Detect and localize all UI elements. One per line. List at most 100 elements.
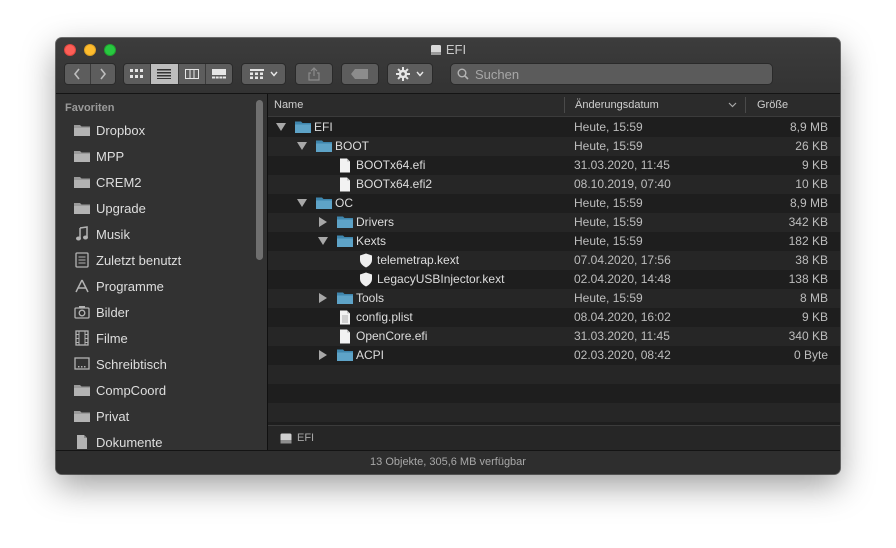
column-name[interactable]: Name xyxy=(274,94,303,116)
file-name: ACPI xyxy=(356,348,385,362)
file-row-oc[interactable]: OC Heute, 15:59 8,9 MB xyxy=(268,194,840,213)
file-row-bootx64-efi2[interactable]: BOOTx64.efi2 08.10.2019, 07:40 10 KB xyxy=(268,175,840,194)
file-name: LegacyUSBInjector.kext xyxy=(377,272,505,286)
file-row-legacyusbinjector-kext[interactable]: LegacyUSBInjector.kext 02.04.2020, 14:48… xyxy=(268,270,840,289)
kext-shield-icon xyxy=(357,252,375,268)
path-bar: EFI xyxy=(268,425,840,450)
action-menu-button[interactable] xyxy=(387,63,433,85)
sidebar-item-label: CompCoord xyxy=(96,382,167,398)
tag-icon xyxy=(351,69,368,79)
tag-button[interactable] xyxy=(341,63,379,85)
file-row-bootx64-efi[interactable]: BOOTx64.efi 31.03.2020, 11:45 9 KB xyxy=(268,156,840,175)
document-icon xyxy=(336,328,354,344)
file-name: Kexts xyxy=(356,234,387,248)
document-icon xyxy=(73,434,91,450)
disclosure-open-icon[interactable] xyxy=(297,198,307,208)
sidebar-item-dropbox[interactable]: Dropbox xyxy=(73,117,145,143)
file-row-kexts[interactable]: Kexts Heute, 15:59 182 KB xyxy=(268,232,840,251)
search-icon xyxy=(457,68,469,80)
sidebar-item-recents[interactable]: Zuletzt benutzt xyxy=(73,247,181,273)
disk-icon xyxy=(430,43,442,60)
view-mode-group xyxy=(123,63,233,85)
chevron-right-icon xyxy=(100,68,106,80)
status-bar: 13 Objekte, 305,6 MB verfügbar xyxy=(56,450,840,474)
sidebar-item-label: Musik xyxy=(96,226,130,242)
disclosure-open-icon[interactable] xyxy=(318,236,328,246)
disclosure-closed-icon[interactable] xyxy=(318,293,328,303)
folder-icon xyxy=(315,138,333,154)
file-row-telemetrap-kext[interactable]: telemetrap.kext 07.04.2020, 17:56 38 KB xyxy=(268,251,840,270)
column-separator[interactable] xyxy=(564,97,565,113)
column-date[interactable]: Änderungsdatum xyxy=(575,94,659,116)
recents-icon xyxy=(73,252,91,268)
sidebar-item-schreibtisch[interactable]: Schreibtisch xyxy=(73,351,167,377)
path-bar-item[interactable]: EFI xyxy=(297,432,314,444)
gallery-view-button[interactable] xyxy=(205,64,232,84)
chevron-down-icon[interactable] xyxy=(728,102,737,108)
sidebar-item-label: Dropbox xyxy=(96,122,146,138)
file-row-tools[interactable]: Tools Heute, 15:59 8 MB xyxy=(268,289,840,308)
kext-shield-icon xyxy=(357,271,375,287)
search-field[interactable] xyxy=(450,63,773,85)
sidebar-item-label: Schreibtisch xyxy=(96,356,167,372)
sidebar-scrollbar[interactable] xyxy=(256,100,263,260)
file-date: 07.04.2020, 17:56 xyxy=(574,253,671,267)
file-size: 8,9 MB xyxy=(789,196,828,210)
icon-view-button[interactable] xyxy=(124,64,152,84)
disclosure-open-icon[interactable] xyxy=(276,122,286,132)
sidebar-item-bilder[interactable]: Bilder xyxy=(73,299,129,325)
file-name: BOOT xyxy=(335,139,370,153)
disclosure-closed-icon[interactable] xyxy=(318,350,328,360)
gallery-icon xyxy=(211,69,226,79)
share-button[interactable] xyxy=(295,63,333,85)
music-note-icon xyxy=(73,226,91,242)
file-name: OC xyxy=(335,196,353,210)
file-size: 8,9 MB xyxy=(789,120,828,134)
back-button[interactable] xyxy=(65,64,91,84)
sidebar-item-upgrade[interactable]: Upgrade xyxy=(73,195,146,221)
file-name: BOOTx64.efi xyxy=(356,158,426,172)
forward-button[interactable] xyxy=(90,64,115,84)
document-icon xyxy=(336,176,354,192)
file-size: 340 KB xyxy=(788,329,828,343)
sidebar-item-mpp[interactable]: MPP xyxy=(73,143,124,169)
file-name: BOOTx64.efi2 xyxy=(356,177,433,191)
disclosure-closed-icon[interactable] xyxy=(318,217,328,227)
list-view-button[interactable] xyxy=(151,64,179,84)
sidebar-item-crem2[interactable]: CREM2 xyxy=(73,169,142,195)
grid-icon xyxy=(130,69,144,78)
sidebar-item-label: Bilder xyxy=(96,304,130,320)
folder-icon xyxy=(336,290,354,306)
column-header: Name Änderungsdatum Größe xyxy=(268,94,840,117)
search-input[interactable] xyxy=(473,65,757,83)
file-row-drivers[interactable]: Drivers Heute, 15:59 342 KB xyxy=(268,213,840,232)
sidebar-item-musik[interactable]: Musik xyxy=(73,221,130,247)
sidebar-item-filme[interactable]: Filme xyxy=(73,325,128,351)
file-row-config-plist[interactable]: config.plist 08.04.2020, 16:02 9 KB xyxy=(268,308,840,327)
desktop-icon xyxy=(73,356,91,372)
sidebar-item-dokumente[interactable]: Dokumente xyxy=(73,429,162,450)
chevron-left-icon xyxy=(74,68,80,80)
sidebar-item-label: MPP xyxy=(96,148,125,164)
sidebar-item-compcoord[interactable]: CompCoord xyxy=(73,377,166,403)
disclosure-open-icon[interactable] xyxy=(297,141,307,151)
file-row-acpi[interactable]: ACPI 02.03.2020, 08:42 0 Byte xyxy=(268,346,840,365)
file-row-boot[interactable]: BOOT Heute, 15:59 26 KB xyxy=(268,137,840,156)
file-size: 38 KB xyxy=(795,253,828,267)
file-size: 8 MB xyxy=(799,291,828,305)
file-date: Heute, 15:59 xyxy=(574,120,643,134)
sidebar-item-privat[interactable]: Privat xyxy=(73,403,129,429)
file-size: 182 KB xyxy=(788,234,828,248)
disk-icon xyxy=(280,433,292,444)
sidebar-item-programme[interactable]: Programme xyxy=(73,273,164,299)
chevron-down-icon xyxy=(269,71,278,77)
column-separator[interactable] xyxy=(745,97,746,113)
film-icon xyxy=(73,330,91,346)
folder-icon xyxy=(73,200,91,216)
folder-icon xyxy=(315,195,333,211)
file-row-opencore-efi[interactable]: OpenCore.efi 31.03.2020, 11:45 340 KB xyxy=(268,327,840,346)
column-size[interactable]: Größe xyxy=(757,94,788,116)
file-row-efi[interactable]: EFI Heute, 15:59 8,9 MB xyxy=(268,118,840,137)
group-by-button[interactable] xyxy=(241,63,286,85)
column-view-button[interactable] xyxy=(178,64,206,84)
